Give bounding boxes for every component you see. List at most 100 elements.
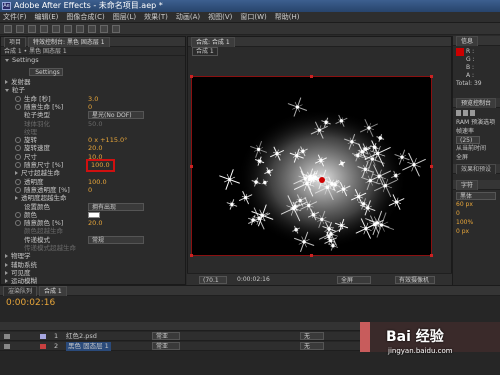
rotate-tool-icon[interactable] bbox=[40, 25, 48, 33]
char-tabbar: 字符 bbox=[453, 180, 500, 190]
layer-name[interactable]: 红色2.psd bbox=[66, 332, 97, 341]
menu-edit[interactable]: 编辑(E) bbox=[35, 13, 59, 21]
expand-triangle-icon[interactable] bbox=[5, 262, 8, 267]
stopwatch-icon[interactable] bbox=[15, 153, 21, 160]
viewer-timecode[interactable]: 0:00:02:16 bbox=[237, 274, 270, 285]
viewer-subtab: 合成 1 bbox=[188, 47, 451, 56]
preview-controls: RAM 预演选项 帧速率 (25) 从当前时间 全屏 bbox=[453, 108, 500, 164]
stopwatch-icon[interactable] bbox=[15, 137, 21, 144]
layer-parent-select[interactable]: 无 bbox=[300, 332, 324, 340]
menu-window[interactable]: 窗口(W) bbox=[240, 13, 266, 21]
view-mode-select[interactable]: 全屏 bbox=[337, 276, 371, 284]
expand-triangle-icon[interactable] bbox=[5, 88, 9, 92]
menu-bar: 文件(F) 编辑(E) 图像合成(C) 图层(L) 效果(T) 动画(A) 视图(V) 窗口(… bbox=[0, 12, 500, 23]
expand-triangle-icon[interactable] bbox=[15, 171, 18, 176]
stopwatch-icon[interactable] bbox=[15, 145, 21, 152]
pen-tool-icon[interactable] bbox=[76, 25, 84, 33]
camera-tool-icon[interactable] bbox=[52, 25, 60, 33]
tab-project[interactable]: 项目 bbox=[4, 37, 27, 47]
pan-behind-tool-icon[interactable] bbox=[64, 25, 72, 33]
layer-name[interactable]: 黑色 固态层 1 bbox=[66, 342, 111, 351]
eye-icon[interactable] bbox=[4, 334, 10, 339]
effect-row-label: 颜色 bbox=[24, 210, 37, 219]
timeline-timecode[interactable]: 0:00:02:16 bbox=[0, 296, 500, 310]
play-icon[interactable] bbox=[463, 110, 468, 116]
expand-triangle-icon[interactable] bbox=[15, 196, 18, 201]
effect-row-dropdown[interactable]: 拥有出现 bbox=[88, 202, 144, 211]
frame-rate-label: 帧速率 bbox=[456, 128, 475, 135]
tab-preview[interactable]: 预览控制台 bbox=[456, 98, 497, 108]
zoom-tool-icon[interactable] bbox=[28, 25, 36, 33]
hand-tool-icon[interactable] bbox=[16, 25, 24, 33]
effect-row-label: 发射器 bbox=[11, 78, 31, 86]
color-swatch[interactable] bbox=[88, 211, 100, 218]
stopwatch-icon[interactable] bbox=[15, 220, 21, 227]
stopwatch-icon[interactable] bbox=[15, 178, 21, 185]
baseline-field[interactable]: 0 px bbox=[456, 227, 497, 236]
tab-character[interactable]: 字符 bbox=[456, 180, 479, 190]
menu-layer[interactable]: 图层(L) bbox=[113, 13, 136, 21]
stopwatch-icon[interactable] bbox=[15, 211, 21, 218]
expand-triangle-icon[interactable] bbox=[5, 254, 8, 259]
settings-group[interactable]: Settings bbox=[5, 56, 39, 65]
effect-row-dropdown[interactable]: 星光(No DOF) bbox=[88, 111, 144, 120]
stamp-tool-icon[interactable] bbox=[112, 25, 120, 33]
font-select[interactable]: 黑体 bbox=[456, 192, 496, 200]
right-panel: 信息 R :G :B :A : Total: 39 预览控制台 RAM 预演选项… bbox=[452, 36, 500, 298]
zoom-select[interactable]: (70.1 bbox=[199, 276, 227, 284]
effect-row-label: 粒子类型 bbox=[24, 111, 50, 120]
stopwatch-icon[interactable] bbox=[15, 103, 21, 110]
effect-row-label: 随意透明度 [%] bbox=[24, 185, 70, 194]
brush-tool-icon[interactable] bbox=[100, 25, 108, 33]
menu-file[interactable]: 文件(F) bbox=[3, 13, 27, 21]
tab-effect-controls[interactable]: 特效控制台: 黑色 固态层 1 bbox=[28, 37, 110, 47]
effect-row-dropdown[interactable]: 常规 bbox=[88, 235, 144, 244]
stopwatch-icon[interactable] bbox=[15, 186, 21, 193]
settings-button[interactable]: Settings bbox=[29, 68, 63, 76]
tab-comp-timeline[interactable]: 合成 1 bbox=[39, 286, 67, 296]
timeline-tabbar: 渲染队列 合成 1 bbox=[0, 286, 500, 296]
layer-parent-select[interactable]: 无 bbox=[300, 342, 324, 350]
selection-tool-icon[interactable] bbox=[4, 25, 12, 33]
effect-row-label: 纹理 bbox=[24, 127, 37, 136]
font-size-field[interactable]: 60 px bbox=[456, 200, 497, 209]
expand-triangle-icon[interactable] bbox=[5, 270, 8, 275]
text-tool-icon[interactable] bbox=[88, 25, 96, 33]
tab-render-queue[interactable]: 渲染队列 bbox=[3, 286, 38, 296]
tools-toolbar bbox=[0, 23, 500, 35]
stopwatch-icon[interactable] bbox=[15, 162, 21, 168]
menu-view[interactable]: 视图(V) bbox=[208, 13, 232, 21]
starglow-particles bbox=[219, 97, 426, 252]
layer-number: 2 bbox=[54, 342, 59, 350]
effect-row-label: 球体羽化 bbox=[24, 119, 50, 128]
effect-row-label: 透明度 bbox=[24, 177, 44, 186]
menu-animation[interactable]: 动画(A) bbox=[176, 13, 200, 21]
first-frame-icon[interactable] bbox=[456, 110, 461, 116]
eye-icon[interactable] bbox=[4, 344, 10, 349]
work-area-start[interactable] bbox=[360, 322, 370, 352]
layer-color-label bbox=[40, 334, 46, 339]
tab-effects-presets[interactable]: 效果和预设 bbox=[456, 164, 497, 174]
effect-row-label: 辅助系统 bbox=[11, 260, 37, 269]
camera-select[interactable]: 有效摄像机 bbox=[395, 276, 435, 284]
menu-composition[interactable]: 图像合成(C) bbox=[66, 13, 104, 21]
vertical-scale-field[interactable]: 100% bbox=[456, 218, 497, 227]
expand-triangle-icon[interactable] bbox=[5, 279, 8, 284]
expand-triangle-icon[interactable] bbox=[5, 80, 8, 84]
last-frame-icon[interactable] bbox=[470, 110, 475, 116]
layer-mode-select[interactable]: 常亚 bbox=[152, 332, 180, 340]
composition-canvas[interactable] bbox=[190, 75, 433, 257]
layer-mode-select[interactable]: 常亚 bbox=[152, 342, 180, 350]
viewer-tabbar: 合成: 合成 1 bbox=[188, 37, 451, 47]
stopwatch-icon[interactable] bbox=[15, 95, 21, 102]
menu-effect[interactable]: 效果(T) bbox=[144, 13, 168, 21]
tab-info[interactable]: 信息 bbox=[456, 36, 479, 46]
tab-composition[interactable]: 合成: 合成 1 bbox=[191, 37, 235, 47]
frame-rate-select[interactable]: (25) bbox=[456, 136, 480, 144]
effect-tree: Settings Settings 发射器 粒子 生命 [秒] 3.0 随意生命 [%]… bbox=[1, 56, 185, 285]
fullscreen-checkbox[interactable]: 全屏 bbox=[456, 153, 497, 162]
expand-triangle-icon[interactable] bbox=[5, 58, 9, 62]
from-current-time-checkbox[interactable]: 从当前时间 bbox=[456, 144, 497, 153]
menu-help[interactable]: 帮助(H) bbox=[275, 13, 300, 21]
tracking-field[interactable]: 0 bbox=[456, 209, 497, 218]
